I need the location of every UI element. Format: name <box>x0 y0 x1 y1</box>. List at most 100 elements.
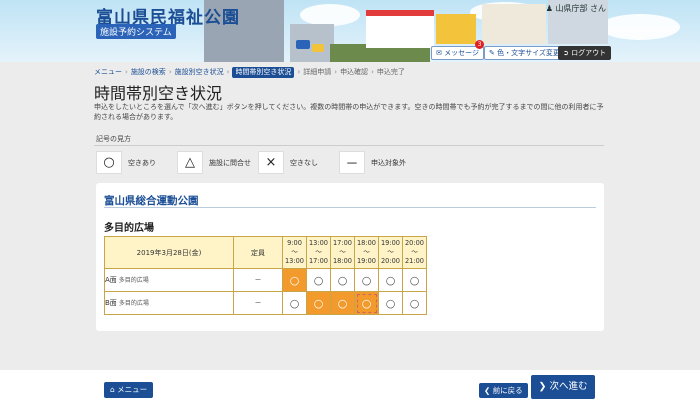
row-sub: 多目的広場 <box>118 277 149 284</box>
legend-label: 空きあり <box>128 158 156 167</box>
slot-time-from: 19:00 <box>380 239 400 247</box>
breadcrumb-sep: › <box>371 68 374 76</box>
slot-time-from: 17:00 <box>332 239 352 247</box>
slot-time-tilde: ～ <box>315 248 322 256</box>
breadcrumb-sep: › <box>226 68 230 76</box>
slot-header: 9:00 ～ 13:00 <box>282 236 307 269</box>
color-font-size-button[interactable]: ✎ 色・文字サイズ変更 <box>484 46 565 60</box>
slot-time-tilde: ～ <box>387 248 394 256</box>
breadcrumb-complete: 申込完了 <box>376 68 405 76</box>
breadcrumb-sep: › <box>334 68 338 76</box>
page-title: 時間帯別空き状況 <box>94 84 223 103</box>
dash-icon: － <box>339 151 365 174</box>
chevron-left-icon: ❮ <box>484 386 491 395</box>
legend-inquire: △ 施設に問合せ <box>177 151 251 174</box>
slot-time-to: 20:00 <box>380 257 400 265</box>
slot-time-from: 18:00 <box>356 239 376 247</box>
slot-header: 18:00 ～ 19:00 <box>354 236 379 269</box>
row-name: B面 <box>105 299 117 307</box>
breadcrumb-sep: › <box>168 68 172 76</box>
logout-icon: ➲ <box>563 49 569 57</box>
next-label: 次へ進む <box>549 381 588 392</box>
legend-label: 施設に問合せ <box>209 158 251 167</box>
slot-header: 13:00 ～ 17:00 <box>306 236 331 269</box>
message-label: メッセージ <box>444 49 479 57</box>
slot-time-tilde: ～ <box>339 248 346 256</box>
slot-cell[interactable]: ○ <box>354 291 379 315</box>
breadcrumb: メニュー › 施設の検索 › 施設別空き状況 › 時間帯別空き状況 › 詳細申請 › 申込… <box>94 66 405 78</box>
capacity-cell: － <box>233 291 283 315</box>
slot-cell[interactable]: ○ <box>282 291 307 315</box>
slot-cell[interactable]: ○ <box>330 291 355 315</box>
capacity-header: 定員 <box>233 236 283 269</box>
table-row: A面 多目的広場 － ○ ○ ○ ○ ○ ○ <box>104 268 427 292</box>
slot-time-to: 13:00 <box>284 257 304 265</box>
breadcrumb-confirm: 申込確認 <box>340 68 369 76</box>
room-name: 多目的広場 <box>104 223 154 234</box>
legend-label: 空きなし <box>290 158 318 167</box>
breadcrumb-detail: 詳細申請 <box>303 68 332 76</box>
legend-title: 記号の見方 <box>96 135 131 143</box>
next-button[interactable]: ❯ 次へ進む <box>531 375 595 399</box>
logout-button[interactable]: ➲ ログアウト <box>558 46 612 60</box>
legend-na: － 申込対象外 <box>339 151 406 174</box>
slot-cell[interactable]: ○ <box>402 291 427 315</box>
row-label: A面 多目的広場 <box>104 268 234 292</box>
facility-name: 富山県総合運動公園 <box>104 195 199 207</box>
slot-time-to: 19:00 <box>356 257 376 265</box>
triangle-icon: △ <box>177 151 203 174</box>
slot-header: 19:00 ～ 20:00 <box>378 236 403 269</box>
slot-time-from: 9:00 <box>287 239 302 247</box>
slot-time-to: 18:00 <box>332 257 352 265</box>
chevron-right-icon: ❯ <box>538 381 547 392</box>
slot-header: 20:00 ～ 21:00 <box>402 236 427 269</box>
slot-cell[interactable]: ○ <box>354 268 379 292</box>
legend-open: ○ 空きあり <box>96 151 156 174</box>
slot-time-tilde: ～ <box>363 248 370 256</box>
breadcrumb-menu[interactable]: メニュー <box>94 67 122 77</box>
menu-label: メニュー <box>117 385 148 394</box>
slot-cell[interactable]: ○ <box>306 291 331 315</box>
slot-time-to: 17:00 <box>308 257 328 265</box>
slot-cell[interactable]: ○ <box>402 268 427 292</box>
circle-icon: ○ <box>96 151 122 174</box>
back-label: 前に戻る <box>492 386 523 395</box>
table-row: B面 多目的広場 － ○ ○ ○ ○ ○ ○ <box>104 291 427 315</box>
cross-icon: × <box>258 151 284 174</box>
date-header: 2019年3月28日(金) <box>104 236 234 269</box>
menu-button[interactable]: ⌂ メニュー <box>104 382 154 398</box>
logout-label: ログアウト <box>571 49 607 57</box>
slot-cell[interactable]: ○ <box>306 268 331 292</box>
legend-label: 申込対象外 <box>371 158 406 167</box>
user-label: ♟ 山県庁部 さん <box>546 3 606 14</box>
row-name: A面 <box>105 276 117 284</box>
message-count-badge: 3 <box>475 40 484 49</box>
back-button[interactable]: ❮ 前に戻る <box>479 383 528 398</box>
breadcrumb-current: 時間帯別空き状況 <box>232 66 295 78</box>
row-label: B面 多目的広場 <box>104 291 234 315</box>
user-icon: ♟ <box>545 4 553 13</box>
availability-table: 2019年3月28日(金) 定員 9:00 ～ 13:00 13:00 ～ 17:00 … <box>104 236 427 315</box>
home-icon: ⌂ <box>110 385 115 394</box>
slot-time-from: 13:00 <box>308 239 328 247</box>
breadcrumb-search[interactable]: 施設の検索 <box>131 67 166 77</box>
intro-text: 申込をしたいところを選んで「次へ進む」ボタンを押してください。複数の時間帯の申込… <box>94 103 604 121</box>
slot-time-tilde: ～ <box>411 248 418 256</box>
row-sub: 多目的広場 <box>118 300 149 307</box>
slot-cell[interactable]: ○ <box>378 291 403 315</box>
legend-full: × 空きなし <box>258 151 318 174</box>
slot-cell[interactable]: ○ <box>378 268 403 292</box>
capacity-cell: － <box>233 268 283 292</box>
brush-icon: ✎ <box>489 49 495 57</box>
system-subtitle: 施設予約システム <box>96 24 176 39</box>
slot-time-to: 21:00 <box>404 257 424 265</box>
breadcrumb-facility-availability[interactable]: 施設別空き状況 <box>175 67 224 77</box>
breadcrumb-sep: › <box>125 68 128 76</box>
slot-header: 17:00 ～ 18:00 <box>330 236 355 269</box>
slot-cell[interactable]: ○ <box>282 268 307 292</box>
slot-time-tilde: ～ <box>291 248 298 256</box>
table-header-row: 2019年3月28日(金) 定員 9:00 ～ 13:00 13:00 ～ 17:00 … <box>104 236 427 269</box>
color-font-label: 色・文字サイズ変更 <box>497 49 560 57</box>
slot-cell[interactable]: ○ <box>330 268 355 292</box>
message-icon: ✉ <box>436 49 442 57</box>
